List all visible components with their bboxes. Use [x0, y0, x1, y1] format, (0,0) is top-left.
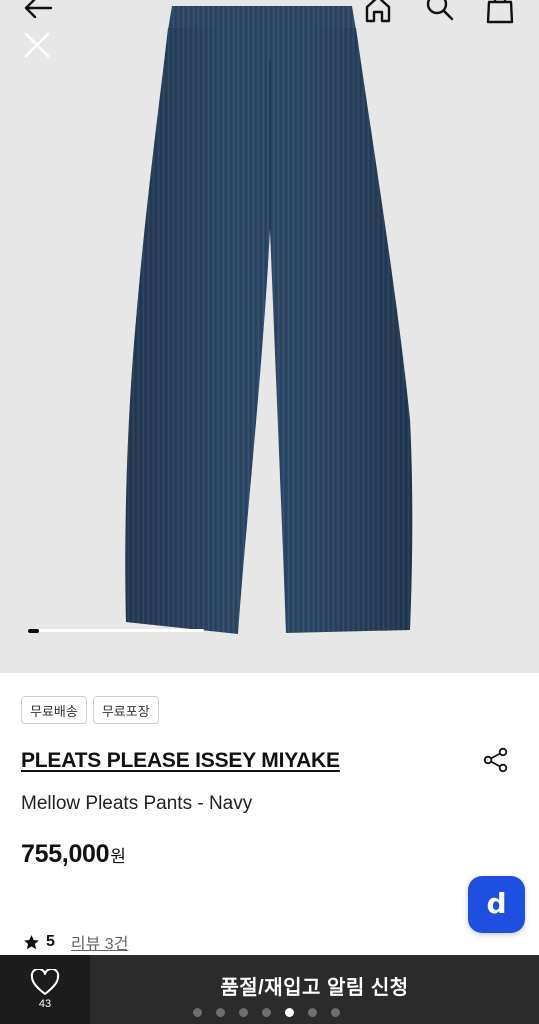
- product-price: 755,000원: [21, 840, 126, 869]
- star-icon: [24, 934, 39, 949]
- search-icon[interactable]: [420, 0, 460, 24]
- price-currency: 원: [110, 847, 126, 866]
- shopping-bag-icon[interactable]: [480, 0, 520, 26]
- chat-fab-label: d: [486, 887, 507, 920]
- rating-summary: 5 리뷰 3건: [23, 930, 128, 954]
- page-dot[interactable]: [193, 1008, 202, 1017]
- page-indicator: [193, 1008, 340, 1017]
- page-dot[interactable]: [331, 1008, 340, 1017]
- pants-illustration: [125, 6, 413, 634]
- product-image[interactable]: [0, 0, 539, 673]
- rating-score: 5: [46, 933, 55, 950]
- product-name: Mellow Pleats Pants - Navy: [21, 793, 253, 814]
- price-value: 755,000: [21, 840, 110, 868]
- brand-link[interactable]: PLEATS PLEASE ISSEY MIYAKE: [21, 749, 340, 773]
- tag-free-shipping: 무료배송: [21, 696, 87, 724]
- heart-icon: [30, 969, 60, 995]
- page-dot[interactable]: [239, 1008, 248, 1017]
- share-icon[interactable]: [480, 744, 512, 776]
- reviews-link[interactable]: 리뷰 3건: [71, 930, 129, 954]
- chat-fab-button[interactable]: d: [468, 876, 525, 933]
- wishlist-count: 43: [38, 998, 52, 1010]
- page-dot[interactable]: [308, 1008, 317, 1017]
- tag-free-wrapping: 무료포장: [92, 696, 159, 724]
- page-dot[interactable]: [285, 1008, 294, 1017]
- home-icon[interactable]: [358, 0, 398, 26]
- carousel-progress-fill: [28, 628, 39, 633]
- carousel-progress: [28, 628, 204, 633]
- close-icon[interactable]: [20, 28, 54, 62]
- wishlist-button[interactable]: 43: [0, 955, 90, 1024]
- back-arrow-icon[interactable]: [18, 0, 58, 24]
- page-dot[interactable]: [216, 1008, 225, 1017]
- tag-list: 무료배송 무료포장: [21, 696, 159, 724]
- page-dot[interactable]: [262, 1008, 271, 1017]
